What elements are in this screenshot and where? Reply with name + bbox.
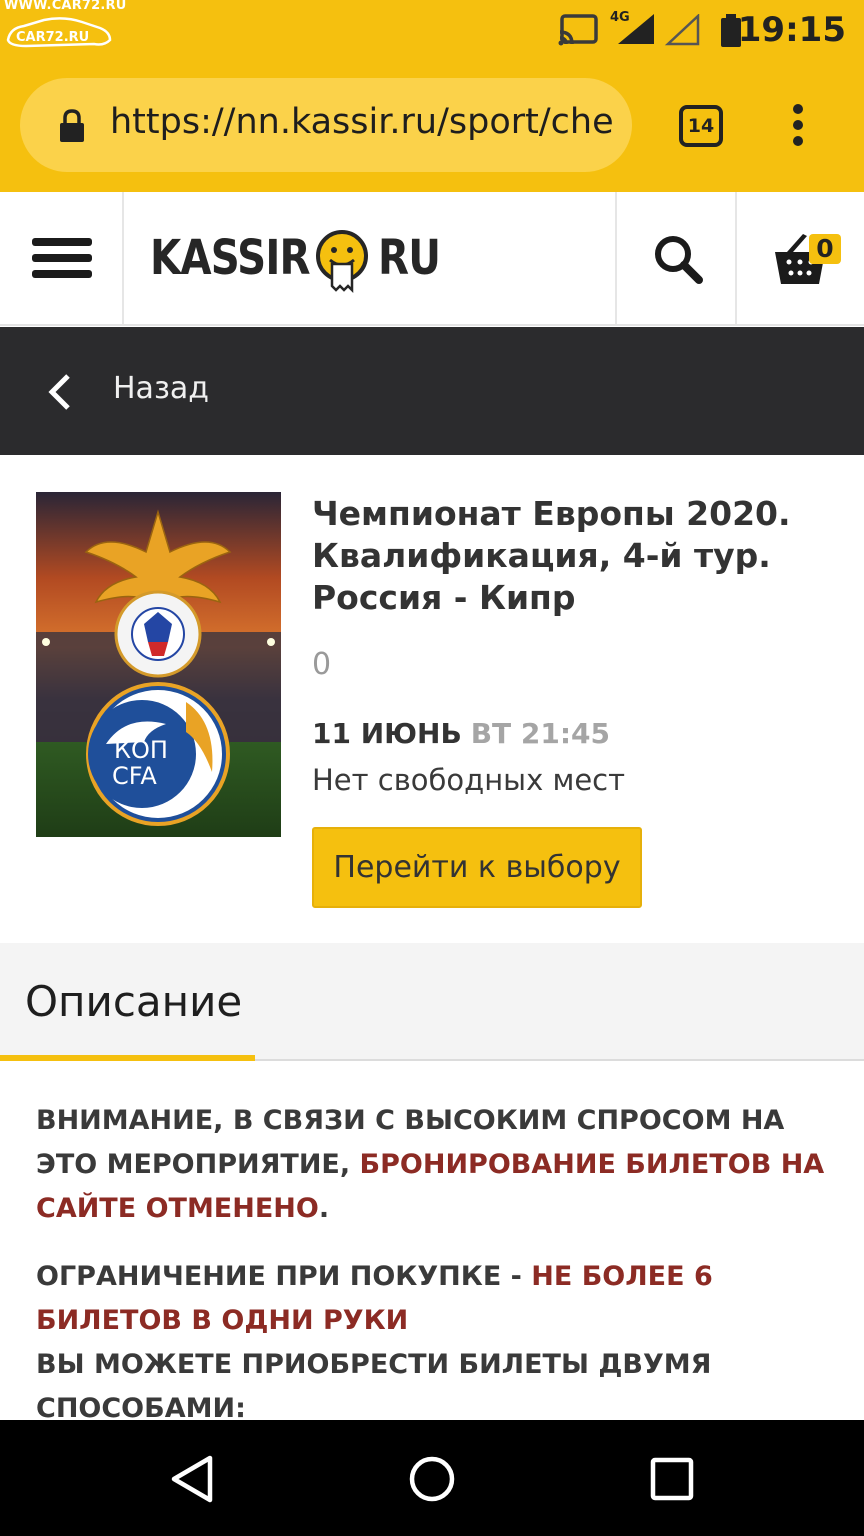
- signal-strength-icon: [618, 14, 654, 44]
- availability-status: Нет свободных мест: [312, 763, 626, 797]
- event-date: 11 ИЮНЬ: [312, 717, 462, 750]
- purchase-methods-text: ВЫ МОЖЕТЕ ПРИОБРЕСТИ БИЛЕТЫ ДВУМЯ СПОСОБ…: [36, 1349, 712, 1420]
- smiley-logo-icon: [316, 230, 368, 294]
- nav-recents-icon[interactable]: [648, 1454, 696, 1504]
- chevron-left-icon: [48, 374, 70, 410]
- tab-switcher-button[interactable]: 14: [679, 105, 723, 147]
- watermark-logo-text: CAR72.RU: [16, 30, 89, 45]
- browser-menu-icon[interactable]: [786, 104, 810, 148]
- cart-button[interactable]: 0: [737, 192, 864, 324]
- system-navigation-bar: [0, 1420, 864, 1536]
- cast-icon: [558, 14, 598, 46]
- watermark-url: WWW.CAR72.RU: [4, 0, 127, 13]
- description-content: ВНИМАНИЕ, В СВЯЗИ С ВЫСОКИМ СПРОСОМ НА Э…: [0, 1061, 864, 1420]
- search-button[interactable]: [615, 192, 737, 324]
- back-label: Назад: [113, 371, 210, 406]
- hamburger-menu-icon[interactable]: [0, 192, 124, 324]
- nav-home-icon[interactable]: [408, 1454, 456, 1504]
- select-seats-button[interactable]: Перейти к выбору: [312, 827, 642, 908]
- site-logo[interactable]: KASSIR RU: [150, 218, 450, 298]
- address-bar[interactable]: https://nn.kassir.ru/sport/che: [20, 78, 632, 172]
- event-datetime: 11 ИЮНЬ ВТ 21:45: [312, 717, 610, 750]
- back-navigation-bar[interactable]: Назад: [0, 327, 864, 455]
- cart-count-badge: 0: [809, 234, 841, 264]
- tab-description[interactable]: Описание: [0, 943, 255, 1063]
- lock-icon: [60, 109, 84, 142]
- poster-badge-line2: CFA: [112, 762, 157, 790]
- site-header: KASSIR RU 0: [0, 192, 864, 326]
- booking-notice-end: .: [318, 1193, 330, 1224]
- logo-text-left: KASSIR: [150, 230, 311, 286]
- purchase-limit-text: ОГРАНИЧЕНИЕ ПРИ ПОКУПКЕ -: [36, 1261, 532, 1292]
- browser-toolbar: https://nn.kassir.ru/sport/che 14: [0, 62, 864, 192]
- car-logo-icon: CAR72.RU: [6, 17, 112, 48]
- booking-notice: ВНИМАНИЕ, В СВЯЗИ С ВЫСОКИМ СПРОСОМ НА Э…: [36, 1099, 826, 1231]
- watermark: WWW.CAR72.RU CAR72.RU: [4, 0, 128, 52]
- event-price: 0: [312, 647, 332, 682]
- tab-description-label: Описание: [25, 977, 243, 1026]
- event-poster-image[interactable]: КОП CFA: [36, 492, 281, 837]
- nav-back-icon[interactable]: [168, 1454, 216, 1504]
- phone-screen: WWW.CAR72.RU CAR72.RU 4G 19:15 https://n…: [0, 0, 864, 1536]
- event-card: КОП CFA Чемпионат Европы 2020. Квалифика…: [0, 455, 864, 943]
- event-title: Чемпионат Европы 2020. Квалификация, 4-й…: [312, 494, 791, 617]
- poster-artwork: КОП CFA: [36, 492, 281, 837]
- status-bar: WWW.CAR72.RU CAR72.RU 4G 19:15: [0, 0, 864, 62]
- poster-badge-line1: КОП: [114, 736, 168, 764]
- search-icon: [655, 236, 703, 284]
- description-tabs: Описание: [0, 943, 864, 1063]
- signal-strength-secondary-icon: [664, 14, 700, 46]
- address-url-text: https://nn.kassir.ru/sport/che: [110, 102, 614, 142]
- status-time: 19:15: [737, 10, 846, 50]
- logo-text-right: RU: [378, 230, 441, 286]
- event-weekday-time: ВТ 21:45: [470, 717, 611, 750]
- purchase-limit-notice: ОГРАНИЧЕНИЕ ПРИ ПОКУПКЕ - НЕ БОЛЕЕ 6 БИЛ…: [36, 1255, 826, 1343]
